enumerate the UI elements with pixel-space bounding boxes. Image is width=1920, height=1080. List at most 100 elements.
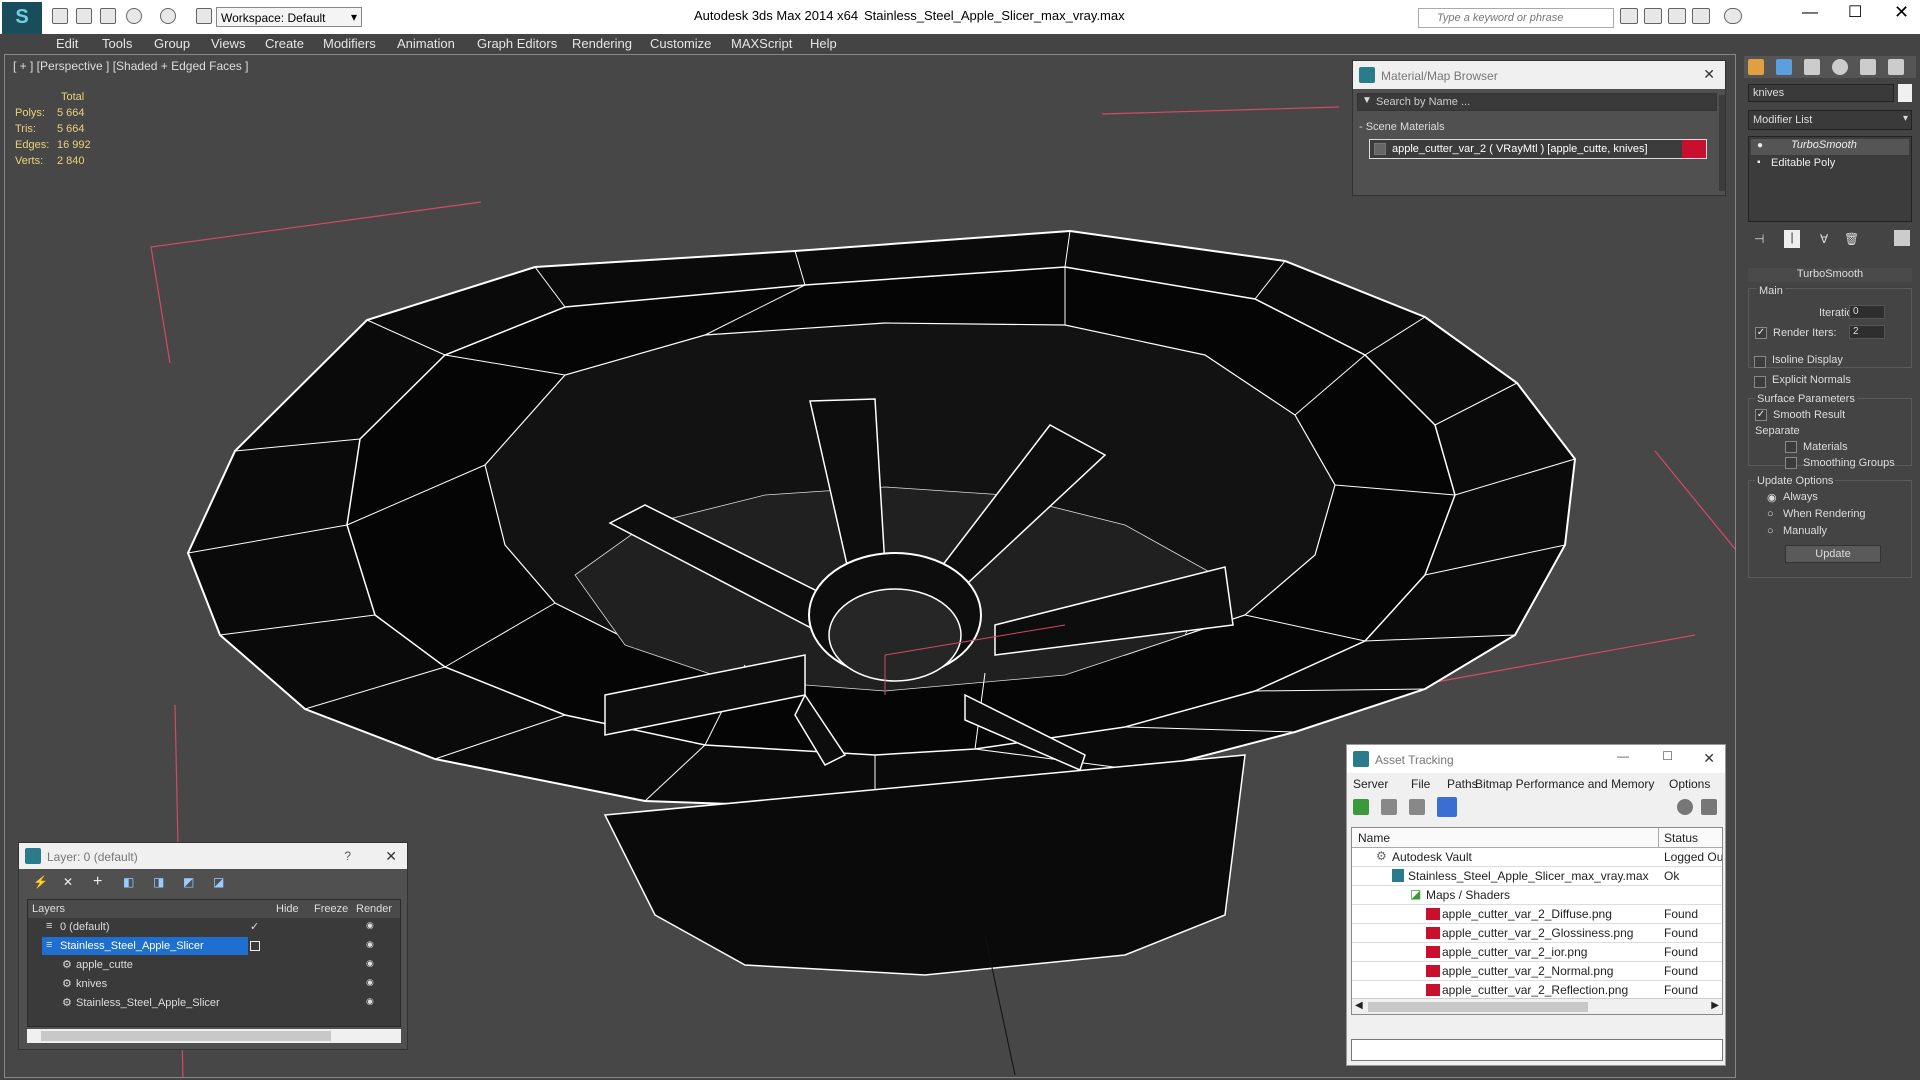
display-tab-icon[interactable] [1860,59,1876,75]
materials-checkbox[interactable] [1785,441,1797,453]
binoculars-icon[interactable] [1620,8,1638,24]
render-icon[interactable]: ◉ [366,996,374,1007]
current-box-icon[interactable] [250,941,260,951]
render-icon[interactable]: ◉ [366,977,374,988]
explicit-normals-option[interactable]: Explicit Normals [1754,374,1851,388]
modifier-list-dropdown[interactable]: Modifier List ▾ [1748,110,1912,130]
minimize-icon[interactable]: — [1802,4,1818,22]
menu-chevron-icon[interactable]: ▼ [1362,95,1372,106]
show-end-result-icon[interactable]: | [1784,230,1800,248]
menu-animation[interactable]: Animation [397,36,455,51]
key-icon[interactable] [1644,8,1662,24]
workspace-dropdown[interactable]: Workspace: Default ▾ [216,7,362,27]
render-iters-checkbox[interactable]: ✓ [1755,327,1767,339]
col-render[interactable]: Render [356,903,392,915]
asset-row[interactable]: apple_cutter_var_2_ior.png Found [1352,943,1722,962]
isoline-checkbox[interactable] [1754,355,1766,368]
iterations-spinner[interactable]: 0 [1849,305,1885,319]
redo-icon[interactable] [160,8,176,24]
favorites-icon[interactable] [1692,8,1710,24]
pin-stack-icon[interactable]: ⊣ [1754,232,1764,246]
scroll-right-icon[interactable]: ▶ [1711,1000,1719,1011]
asset-row[interactable]: apple_cutter_var_2_Glossiness.png Found [1352,924,1722,943]
asset-row[interactable]: apple_cutter_var_2_Normal.png Found [1352,962,1722,981]
when-rendering-radio[interactable]: ○ [1767,508,1774,520]
asset-menu-options[interactable]: Options [1669,777,1710,791]
asset-menu-bitmap[interactable]: Bitmap Performance and Memory [1475,777,1654,791]
render-icon[interactable]: ◉ [366,939,374,950]
close-icon[interactable]: ✕ [1703,66,1715,83]
maximize-icon[interactable]: ☐ [1662,749,1673,763]
material-browser-titlebar[interactable]: Material/Map Browser ✕ [1353,61,1725,89]
manually-radio[interactable]: ○ [1767,525,1774,537]
menu-rendering[interactable]: Rendering [572,36,632,51]
menu-edit[interactable]: Edit [56,36,78,51]
menu-customize[interactable]: Customize [650,36,711,51]
layer-row[interactable]: ⚙ Stainless_Steel_Apple_Slicer ◉ [28,994,400,1013]
explicit-normals-checkbox[interactable] [1754,375,1766,388]
make-unique-icon[interactable]: ∀ [1820,232,1828,246]
lightbulb-icon[interactable]: ● [1757,140,1763,151]
object-name-field[interactable]: knives [1748,84,1894,102]
render-iters-spinner[interactable]: 2 [1849,325,1885,339]
col-layers[interactable]: Layers [32,903,65,915]
create-tab-icon[interactable] [1748,59,1764,75]
menu-create[interactable]: Create [265,36,304,51]
scroll-left-icon[interactable]: ◀ [1355,1000,1363,1011]
undo-icon[interactable] [126,8,142,24]
scroll-thumb[interactable] [1368,1002,1588,1012]
render-icon[interactable]: ◉ [366,958,374,969]
isoline-option[interactable]: Isoline Display [1754,354,1843,368]
asset-row[interactable]: ⚙ Autodesk Vault Logged Ou [1352,848,1722,867]
new-file-icon[interactable] [52,8,68,24]
material-item[interactable]: apple_cutter_var_2 ( VRayMtl ) [apple_cu… [1369,139,1707,159]
create-layer-icon[interactable]: ⚡ [33,875,48,889]
rollout-header[interactable]: TurboSmooth [1748,268,1912,282]
help-icon[interactable] [1677,799,1693,815]
refresh-icon[interactable] [1353,799,1369,815]
close-icon[interactable]: ✕ [1894,2,1909,23]
minimize-icon[interactable]: — [1617,749,1629,763]
hide-all-icon[interactable]: ◪ [213,875,224,889]
select-layer-icon[interactable]: ◨ [153,875,164,889]
path-field[interactable] [1351,1039,1723,1061]
maximize-icon[interactable]: ☐ [1848,2,1862,22]
configure-sets-icon[interactable] [1894,230,1910,246]
smoothing-groups-checkbox[interactable] [1785,457,1797,469]
horizontal-scrollbar[interactable]: ◀ ▶ [1352,998,1722,1014]
asset-row[interactable]: apple_cutter_var_2_Diffuse.png Found [1352,905,1722,924]
help-icon[interactable] [1724,8,1742,24]
current-layer-icon[interactable]: ◩ [183,875,194,889]
remove-modifier-icon[interactable]: 🗑 [1844,232,1859,246]
menu-tools[interactable]: Tools [102,36,132,51]
horizontal-scrollbar[interactable] [27,1029,401,1043]
search-field[interactable]: Type a keyword or phrase [1418,8,1614,28]
scene-materials-group[interactable]: - Scene Materials [1359,121,1445,133]
asset-menu-file[interactable]: File [1411,777,1430,791]
asset-menu-server[interactable]: Server [1353,777,1388,791]
col-name[interactable]: Name [1358,831,1390,845]
viewport-label[interactable]: [ + ] [Perspective ] [Shaded + Edged Fac… [13,59,248,73]
render-icon[interactable]: ◉ [366,920,374,931]
list-view-icon[interactable] [1381,799,1397,815]
menu-modifiers[interactable]: Modifiers [323,36,376,51]
close-icon[interactable]: ✕ [1703,750,1715,767]
expand-icon[interactable]: ▪ [1757,157,1761,168]
close-icon[interactable]: ✕ [385,848,397,865]
asset-menu-paths[interactable]: Paths [1447,777,1478,791]
menu-help[interactable]: Help [810,36,837,51]
modify-tab-icon[interactable] [1776,59,1792,75]
help-button[interactable]: ? [344,849,351,863]
thumbnail-view-icon[interactable] [1409,799,1425,815]
update-button[interactable]: Update [1785,545,1881,563]
asset-row[interactable]: Stainless_Steel_Apple_Slicer_max_vray.ma… [1352,867,1722,886]
project-folder-icon[interactable] [196,8,212,24]
open-file-icon[interactable] [76,8,92,24]
scrollbar[interactable] [1719,95,1725,191]
settings-icon[interactable] [1701,799,1717,815]
material-search-input[interactable]: ▼ Search by Name ... [1357,93,1717,111]
utilities-tab-icon[interactable] [1888,59,1904,75]
menu-group[interactable]: Group [154,36,190,51]
layer-row-selected[interactable]: ≡ Stainless_Steel_Apple_Slicer ◉ [28,937,400,956]
col-hide[interactable]: Hide [276,903,299,915]
